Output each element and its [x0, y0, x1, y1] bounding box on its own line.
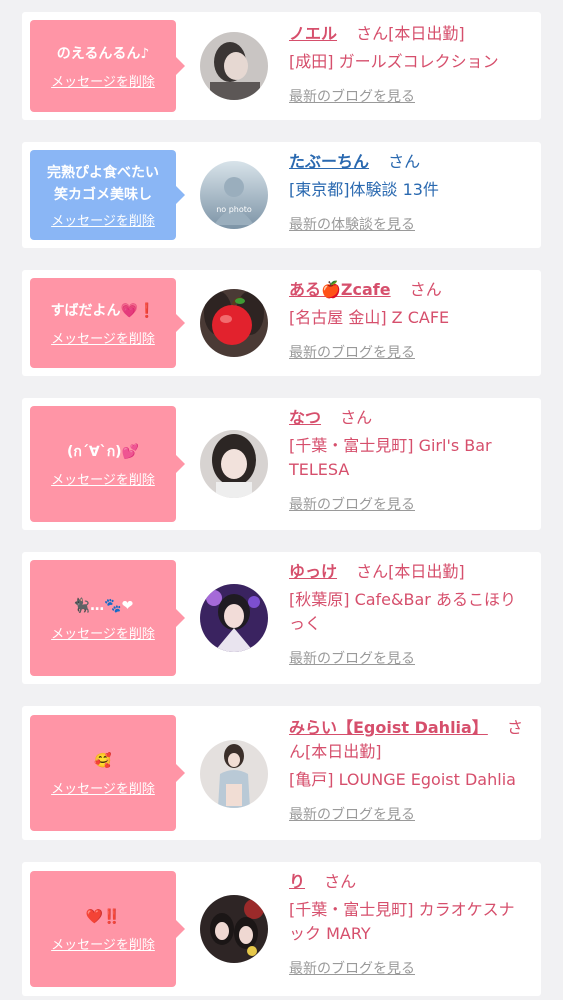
entry-info: みらい【Egoist Dahlia】 さ ん[本日出勤] [亀戸] LOUNGE…	[289, 716, 537, 824]
honorific: さ	[506, 718, 523, 737]
shop-text: [東京都]体験談 13件	[289, 180, 439, 199]
entry-info: ノエル さん[本日出勤] [成田] ガールズコレクション 最新のブログを見る	[289, 22, 537, 106]
delete-message-link[interactable]: メッセージを削除	[51, 71, 155, 90]
message-card: 🐈‍⬛…🐾❤ メッセージを削除 ゆっけ さん[本日出勤] [秋葉原] Cafe&…	[22, 552, 541, 684]
message-text: すばだよん💗❗	[50, 302, 156, 319]
message-bubble: のえるんるん♪ メッセージを削除	[30, 20, 185, 112]
honorific: さん	[324, 872, 357, 891]
status-text: [本日出勤]	[388, 24, 465, 43]
avatar-photo	[200, 32, 268, 100]
latest-blog-link[interactable]: 最新のブログを見る	[289, 342, 537, 362]
delete-message-link[interactable]: メッセージを削除	[51, 778, 155, 797]
latest-blog-link[interactable]: 最新のブログを見る	[289, 958, 537, 978]
latest-blog-link[interactable]: 最新のブログを見る	[289, 648, 537, 668]
avatar[interactable]	[200, 895, 268, 963]
entry-info: たぶーちん さん [東京都]体験談 13件 最新の体験談を見る	[289, 150, 537, 234]
avatar-photo	[200, 895, 268, 963]
no-photo-placeholder: no photo	[200, 161, 268, 229]
honorific-continued: ん	[289, 742, 306, 761]
name-link[interactable]: たぶーちん	[289, 152, 369, 171]
message-text-line2: 笑カゴメ美味し	[54, 186, 152, 203]
honorific: さん	[409, 280, 442, 299]
message-card: (ก´∀`ก)💕 メッセージを削除 なつ さん [千葉・富士見町] Girl's…	[22, 398, 541, 530]
message-card: 🥰 メッセージを削除 みらい【Egoist Dahlia】 さ ん[本日出勤] …	[22, 706, 541, 840]
message-text: 🥰	[94, 752, 112, 769]
delete-message-link[interactable]: メッセージを削除	[51, 934, 155, 953]
entry-info: なつ さん [千葉・富士見町] Girl's Bar TELESA 最新のブログ…	[289, 406, 537, 514]
name-link[interactable]: ある🍎Zcafe	[289, 280, 391, 299]
entry-info: ある🍎Zcafe さん [名古屋 金山] Z CAFE 最新のブログを見る	[289, 278, 537, 362]
honorific: さん	[340, 408, 373, 427]
latest-blog-link[interactable]: 最新のブログを見る	[289, 494, 537, 514]
shop-text: [名古屋 金山] Z CAFE	[289, 308, 450, 327]
avatar[interactable]	[200, 32, 268, 100]
name-link[interactable]: り	[289, 872, 305, 891]
honorific: さん	[388, 152, 421, 171]
name-link[interactable]: ノエル	[289, 24, 337, 43]
message-bubble: 🐈‍⬛…🐾❤ メッセージを削除	[30, 560, 185, 676]
message-bubble: (ก´∀`ก)💕 メッセージを削除	[30, 406, 185, 522]
avatar[interactable]: no photo	[200, 161, 268, 229]
honorific: さん	[356, 562, 389, 581]
shop-text-line2: ック MARY	[289, 924, 371, 943]
message-text: のえるんるん♪	[56, 45, 150, 62]
shop-text: [亀戸] LOUNGE Egoist Dahlia	[289, 770, 516, 789]
latest-blog-link[interactable]: 最新のブログを見る	[289, 804, 537, 824]
avatar[interactable]	[200, 289, 268, 357]
message-bubble: 🥰 メッセージを削除	[30, 715, 185, 831]
shop-text-line1: [秋葉原] Cafe&Bar あるこほり	[289, 590, 516, 609]
message-text: ❤️‼️	[85, 908, 121, 925]
message-text: (ก´∀`ก)💕	[66, 443, 140, 460]
message-text-line1: 完熟ぴよ食べたい	[47, 164, 159, 181]
avatar[interactable]	[200, 430, 268, 498]
delete-message-link[interactable]: メッセージを削除	[51, 469, 155, 488]
shop-text-line1: [千葉・富士見町] カラオケスナ	[289, 900, 515, 919]
entry-info: ゆっけ さん[本日出勤] [秋葉原] Cafe&Bar あるこほり っく 最新の…	[289, 560, 537, 668]
message-text: 🐈‍⬛…🐾❤	[72, 597, 134, 614]
delete-message-link[interactable]: メッセージを削除	[51, 328, 155, 347]
message-card: すばだよん💗❗ メッセージを削除 ある🍎Zcafe さん [名古屋 金山] Z …	[22, 270, 541, 376]
latest-review-link[interactable]: 最新の体験談を見る	[289, 214, 537, 234]
honorific: さん	[356, 24, 389, 43]
status-text: [本日出勤]	[305, 742, 382, 761]
name-link[interactable]: ゆっけ	[289, 562, 337, 581]
message-card: ❤️‼️ メッセージを削除 り さん [千葉・富士見町] カラオケスナ ック M…	[22, 862, 541, 996]
message-bubble: 完熟ぴよ食べたい 笑カゴメ美味し メッセージを削除	[30, 150, 185, 240]
shop-text-line2: TELESA	[289, 460, 350, 479]
avatar[interactable]	[200, 584, 268, 652]
message-card: 完熟ぴよ食べたい 笑カゴメ美味し メッセージを削除 no photo たぶーちん…	[22, 142, 541, 248]
delete-message-link[interactable]: メッセージを削除	[51, 210, 155, 229]
avatar-photo	[200, 740, 268, 808]
name-link[interactable]: なつ	[289, 408, 321, 427]
message-card: のえるんるん♪ メッセージを削除 ノエル さん[本日出勤] [成田] ガールズコ…	[22, 12, 541, 120]
avatar-photo	[200, 430, 268, 498]
shop-text: [成田] ガールズコレクション	[289, 52, 499, 71]
avatar-photo	[200, 289, 268, 357]
latest-blog-link[interactable]: 最新のブログを見る	[289, 86, 537, 106]
message-bubble: ❤️‼️ メッセージを削除	[30, 871, 185, 987]
no-photo-text: no photo	[216, 205, 252, 214]
status-text: [本日出勤]	[388, 562, 465, 581]
shop-text-line2: っく	[289, 614, 322, 633]
avatar[interactable]	[200, 740, 268, 808]
shop-text-line1: [千葉・富士見町] Girl's Bar	[289, 436, 492, 455]
name-link[interactable]: みらい【Egoist Dahlia】	[289, 718, 488, 737]
avatar-photo	[200, 584, 268, 652]
delete-message-link[interactable]: メッセージを削除	[51, 623, 155, 642]
entry-info: り さん [千葉・富士見町] カラオケスナ ック MARY 最新のブログを見る	[289, 870, 537, 978]
message-bubble: すばだよん💗❗ メッセージを削除	[30, 278, 185, 368]
